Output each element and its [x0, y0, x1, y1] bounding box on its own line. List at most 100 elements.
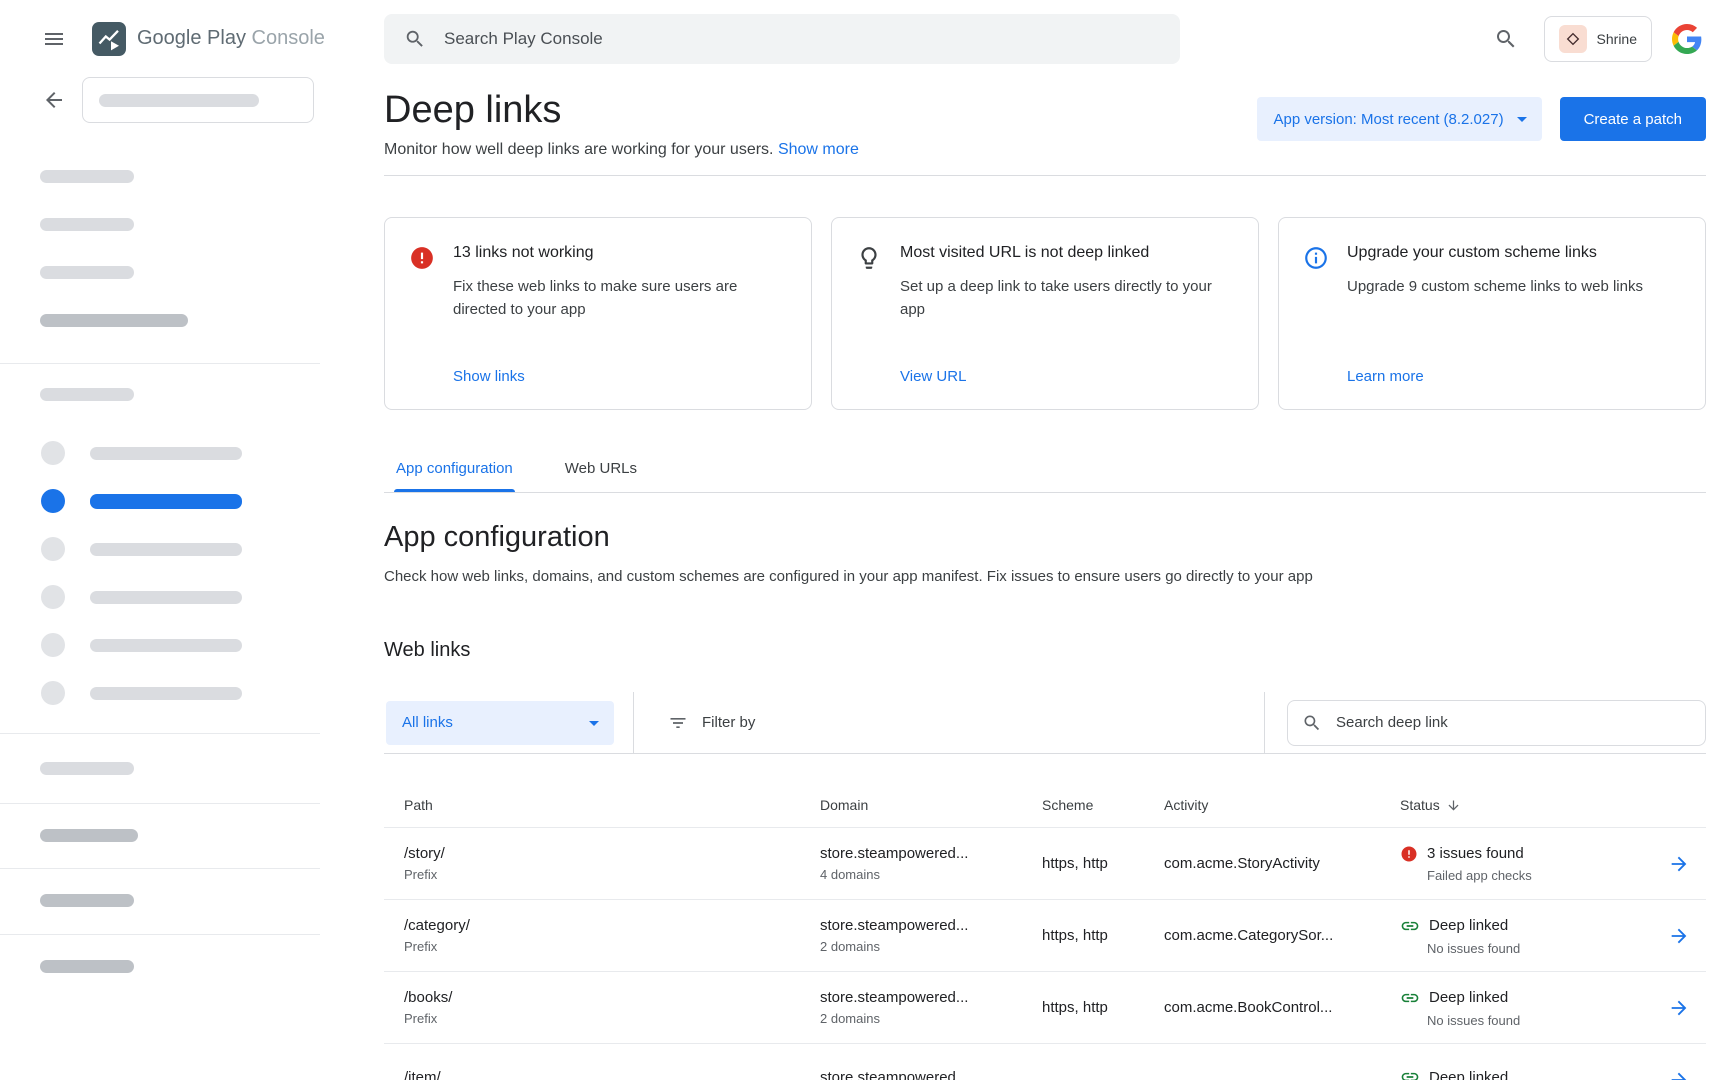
header-actions: App version: Most recent (8.2.027) Creat…: [1257, 97, 1706, 141]
deep-link-search[interactable]: [1287, 700, 1706, 746]
sidebar-nav-group: [0, 429, 320, 717]
console-search-bar[interactable]: [384, 14, 1180, 64]
skeleton-bar: [40, 314, 188, 327]
search-icon: [404, 28, 426, 50]
sidebar-nav-item-skeleton[interactable]: [0, 429, 320, 477]
web-links-title: Web links: [384, 639, 1706, 662]
skeleton-bar: [40, 218, 134, 231]
skeleton-bar: [90, 591, 242, 604]
learn-more-link[interactable]: Learn more: [1347, 368, 1681, 385]
skeleton-bar: [40, 170, 134, 183]
back-button[interactable]: [36, 82, 72, 118]
chevron-down-icon: [1510, 107, 1534, 131]
sidebar-divider: [0, 803, 320, 804]
filter-bar: All links Filter by: [384, 692, 1706, 754]
menu-button[interactable]: [36, 21, 72, 57]
scheme-value: https, http: [1042, 927, 1164, 944]
links-filter-dropdown[interactable]: All links: [386, 701, 614, 745]
google-g-icon: [1672, 24, 1702, 54]
page-subtitle: Monitor how well deep links are working …: [384, 141, 774, 158]
card-body: Upgrade 9 custom scheme links to web lin…: [1347, 276, 1681, 299]
web-links-table: Path Domain Scheme Activity Status /stor…: [384, 754, 1706, 1080]
app-selector-skeleton[interactable]: [82, 77, 314, 123]
global-search-button[interactable]: [1488, 21, 1524, 57]
app-version-label: App version: Most recent (8.2.027): [1273, 111, 1503, 128]
search-icon: [1302, 713, 1322, 733]
column-header-path: Path: [384, 797, 820, 813]
google-account-avatar[interactable]: [1672, 24, 1702, 54]
lightbulb-icon: [856, 244, 882, 385]
card-most-visited-url: Most visited URL is not deep linked Set …: [831, 217, 1259, 410]
status-value: Deep linked: [1429, 917, 1508, 934]
sidebar-nav-item-selected[interactable]: [0, 477, 320, 525]
app-version-dropdown[interactable]: App version: Most recent (8.2.027): [1257, 97, 1541, 141]
skeleton-bar: [99, 94, 259, 107]
play-console-logo-icon: [92, 22, 126, 56]
row-arrow-icon[interactable]: [1668, 997, 1690, 1019]
nav-item-icon-placeholder: [41, 681, 65, 705]
filter-bar-divider: [633, 692, 634, 753]
nav-item-icon-placeholder: [41, 441, 65, 465]
topbar: Google Play Console Shrine: [0, 0, 1728, 77]
sidebar-divider: [0, 934, 320, 935]
app-selector-chip[interactable]: Shrine: [1544, 16, 1652, 62]
filter-icon: [668, 713, 688, 733]
create-patch-button[interactable]: Create a patch: [1560, 97, 1706, 141]
play-console-logo-text: Google Play Console: [137, 27, 325, 50]
domain-count: 4 domains: [820, 867, 1042, 882]
app-selector-label: Shrine: [1597, 31, 1637, 47]
sidebar-nav-item-skeleton[interactable]: [0, 525, 320, 573]
shrine-app-icon: [1559, 25, 1587, 53]
link-icon: [1400, 1067, 1420, 1080]
sidebar-nav-item-skeleton[interactable]: [0, 621, 320, 669]
skeleton-bar: [90, 639, 242, 652]
sidebar-divider: [0, 363, 320, 364]
view-url-link[interactable]: View URL: [900, 368, 1234, 385]
domain-count: 2 domains: [820, 1011, 1042, 1026]
card-body: Set up a deep link to take users directl…: [900, 276, 1234, 321]
skeleton-bar: [40, 829, 138, 842]
table-row[interactable]: /books/ Prefix store.steampowered... 2 d…: [384, 972, 1706, 1044]
path-value: /story/: [404, 845, 820, 862]
scheme-value: https, http: [1042, 999, 1164, 1016]
console-search-input[interactable]: [442, 28, 1160, 50]
column-header-domain: Domain: [820, 797, 1042, 813]
skeleton-bar-selected: [90, 494, 242, 509]
column-header-status-sort[interactable]: Status: [1400, 797, 1461, 813]
activity-value: com.acme.StoryActivity: [1164, 855, 1400, 872]
table-row[interactable]: /item/ store.steampowered... Deep linked: [384, 1044, 1706, 1080]
skeleton-section-label: [40, 388, 134, 401]
error-icon: [1400, 845, 1418, 863]
info-icon: [1303, 244, 1329, 385]
path-type: Prefix: [404, 867, 820, 882]
topbar-left: Google Play Console: [0, 21, 384, 57]
show-more-link[interactable]: Show more: [778, 141, 859, 158]
show-links-link[interactable]: Show links: [453, 368, 787, 385]
path-value: /books/: [404, 989, 820, 1006]
tab-web-urls[interactable]: Web URLs: [563, 460, 639, 492]
card-body: Fix these web links to make sure users a…: [453, 276, 787, 321]
table-row[interactable]: /story/ Prefix store.steampowered... 4 d…: [384, 828, 1706, 900]
chevron-down-icon: [582, 711, 606, 735]
column-header-status: Status: [1400, 797, 1440, 813]
card-title: Most visited URL is not deep linked: [900, 244, 1234, 262]
status-value: 3 issues found: [1427, 845, 1524, 862]
table-header-row: Path Domain Scheme Activity Status: [384, 754, 1706, 828]
filter-by-button[interactable]: Filter by: [662, 712, 761, 734]
main-content: Deep links Monitor how well deep links a…: [320, 77, 1728, 1080]
skeleton-bar: [90, 687, 242, 700]
row-arrow-icon[interactable]: [1668, 853, 1690, 875]
topbar-right: Shrine: [1488, 16, 1728, 62]
nav-item-icon-placeholder: [41, 633, 65, 657]
table-row[interactable]: /category/ Prefix store.steampowered... …: [384, 900, 1706, 972]
nav-item-icon-placeholder: [41, 585, 65, 609]
row-arrow-icon[interactable]: [1668, 1069, 1690, 1080]
path-type: Prefix: [404, 939, 820, 954]
sidebar-nav-item-skeleton[interactable]: [0, 669, 320, 717]
path-value: /category/: [404, 917, 820, 934]
play-console-logo[interactable]: Google Play Console: [92, 22, 325, 56]
row-arrow-icon[interactable]: [1668, 925, 1690, 947]
tab-app-configuration[interactable]: App configuration: [394, 460, 515, 492]
sidebar-nav-item-skeleton[interactable]: [0, 573, 320, 621]
deep-link-search-input[interactable]: [1334, 713, 1691, 732]
